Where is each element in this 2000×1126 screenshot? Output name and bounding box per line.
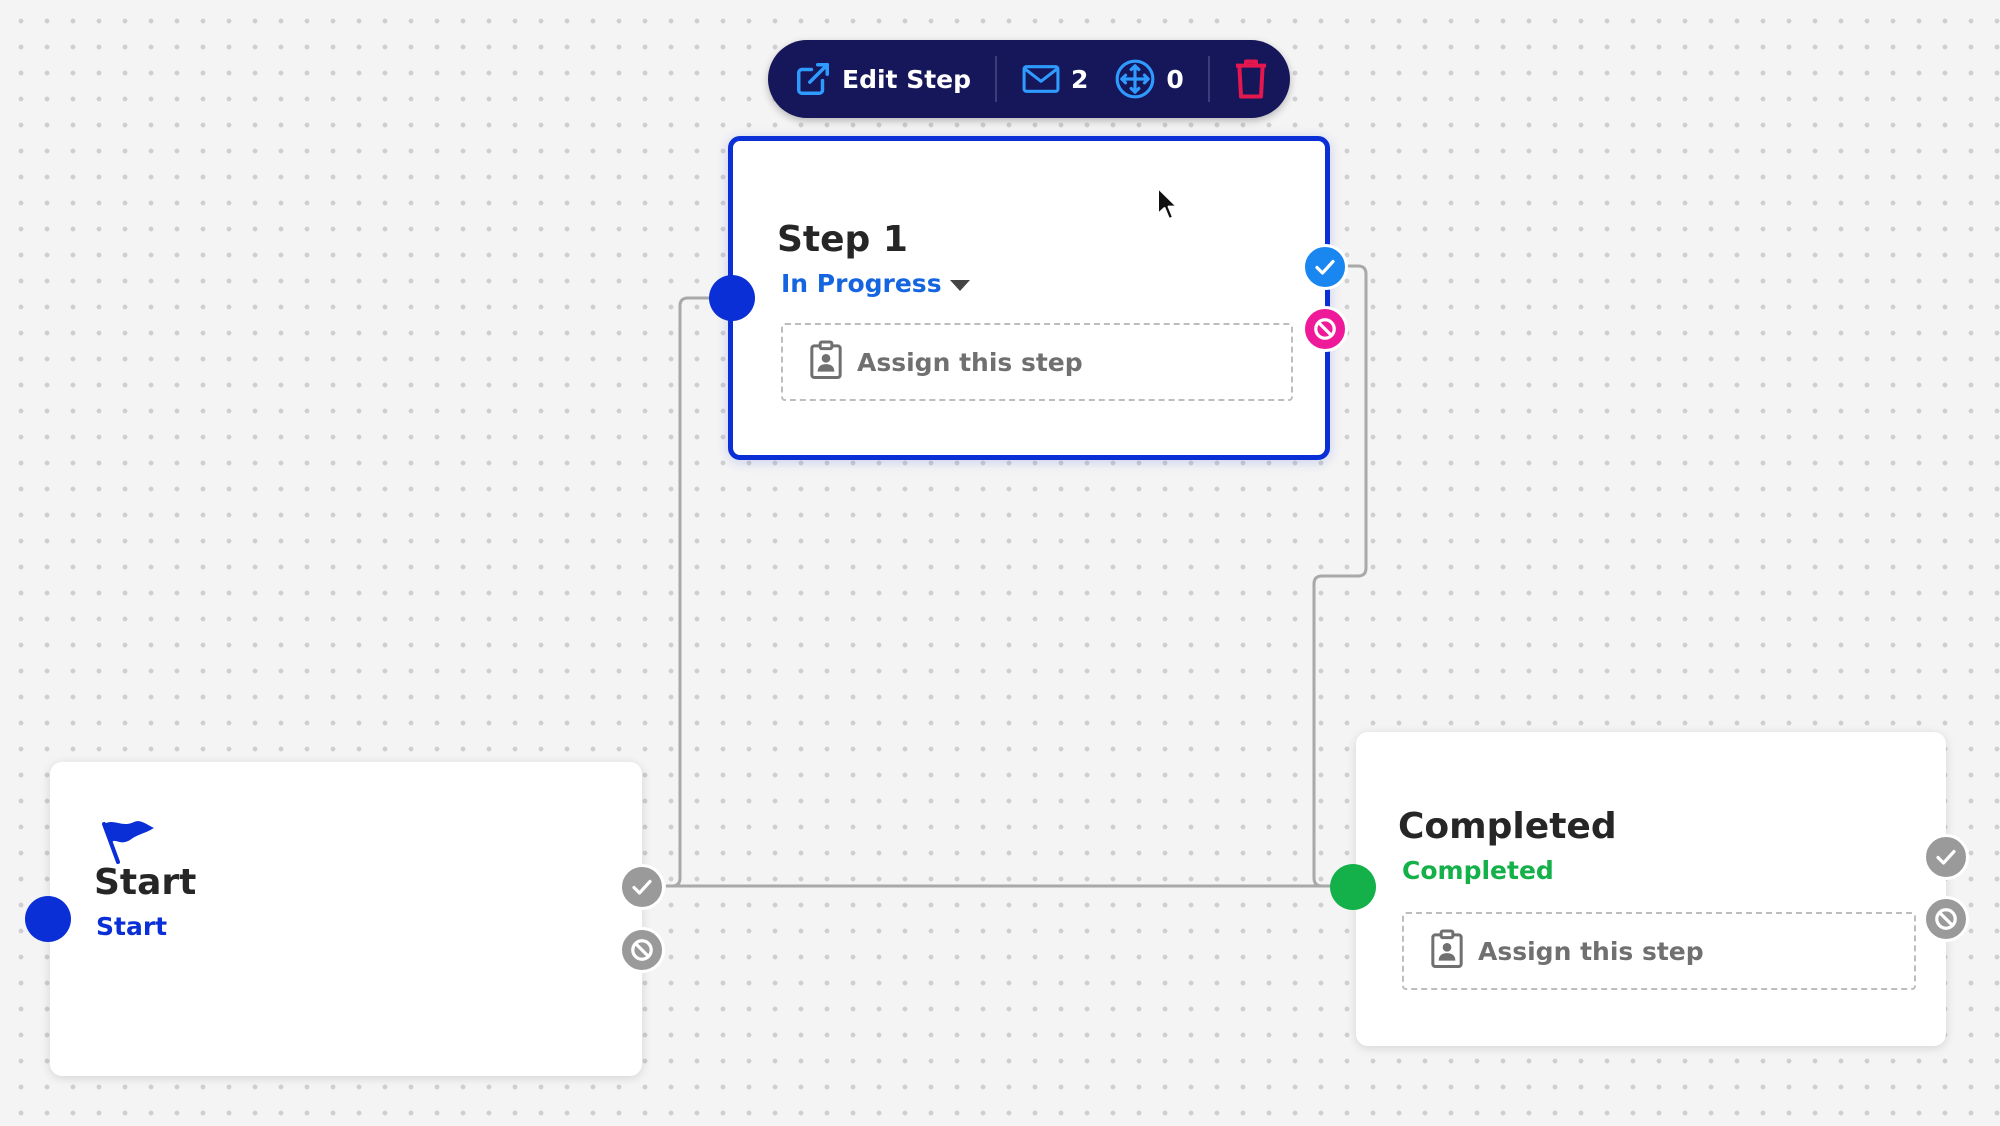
check-icon — [1313, 255, 1337, 279]
step-card-step1[interactable]: Step 1 In Progress Assign this step — [728, 136, 1330, 460]
clipboard-user-icon — [809, 340, 843, 384]
ban-icon — [1933, 906, 1959, 932]
ban-icon — [629, 937, 655, 963]
start-reject-handle[interactable] — [619, 927, 665, 973]
status-label: In Progress — [781, 269, 942, 298]
status-label: Completed — [1402, 856, 1554, 885]
step1-input-port[interactable] — [709, 275, 755, 321]
assign-step-button[interactable]: Assign this step — [781, 323, 1293, 401]
step-title: Step 1 — [777, 219, 908, 260]
trash-icon — [1234, 59, 1268, 99]
step-title: Completed — [1398, 806, 1617, 847]
flag-icon — [100, 818, 158, 868]
arrows-move-icon — [1114, 58, 1156, 100]
assign-step-label: Assign this step — [857, 347, 1083, 377]
envelope-icon — [1021, 62, 1061, 96]
email-notifications-button[interactable]: 2 — [1021, 62, 1088, 96]
step-card-completed[interactable]: Completed Completed Assign this step — [1356, 732, 1946, 1046]
completed-approve-handle[interactable] — [1923, 834, 1969, 880]
step1-reject-handle[interactable] — [1302, 306, 1348, 352]
step1-approve-handle[interactable] — [1302, 244, 1348, 290]
assign-step-button[interactable]: Assign this step — [1402, 912, 1916, 990]
step-title: Start — [94, 862, 197, 903]
ban-icon — [1312, 316, 1338, 342]
clipboard-user-icon — [1430, 929, 1464, 973]
assign-step-label: Assign this step — [1478, 936, 1704, 966]
start-approve-handle[interactable] — [619, 864, 665, 910]
mouse-cursor-icon — [1156, 186, 1180, 226]
start-input-port[interactable] — [25, 896, 71, 942]
chevron-down-icon — [949, 269, 970, 298]
check-icon — [1934, 845, 1958, 869]
completed-reject-handle[interactable] — [1923, 896, 1969, 942]
toolbar-divider — [995, 56, 998, 102]
status-dropdown[interactable]: In Progress — [781, 269, 970, 298]
external-link-icon — [794, 60, 832, 98]
delete-step-button[interactable] — [1234, 59, 1268, 99]
completed-input-port[interactable] — [1330, 864, 1376, 910]
status-label: Start — [96, 912, 168, 941]
step-card-start[interactable]: Start Start — [50, 762, 642, 1076]
connectors-button[interactable]: 0 — [1114, 58, 1184, 100]
connector-count: 0 — [1166, 64, 1184, 94]
email-count: 2 — [1071, 64, 1089, 94]
edit-step-label: Edit Step — [842, 64, 972, 94]
edit-step-button[interactable]: Edit Step — [794, 60, 971, 98]
check-icon — [630, 875, 654, 899]
toolbar-divider — [1207, 56, 1210, 102]
step-toolbar: Edit Step 2 0 — [768, 40, 1290, 118]
connector-start-to-step1[interactable] — [666, 296, 716, 888]
